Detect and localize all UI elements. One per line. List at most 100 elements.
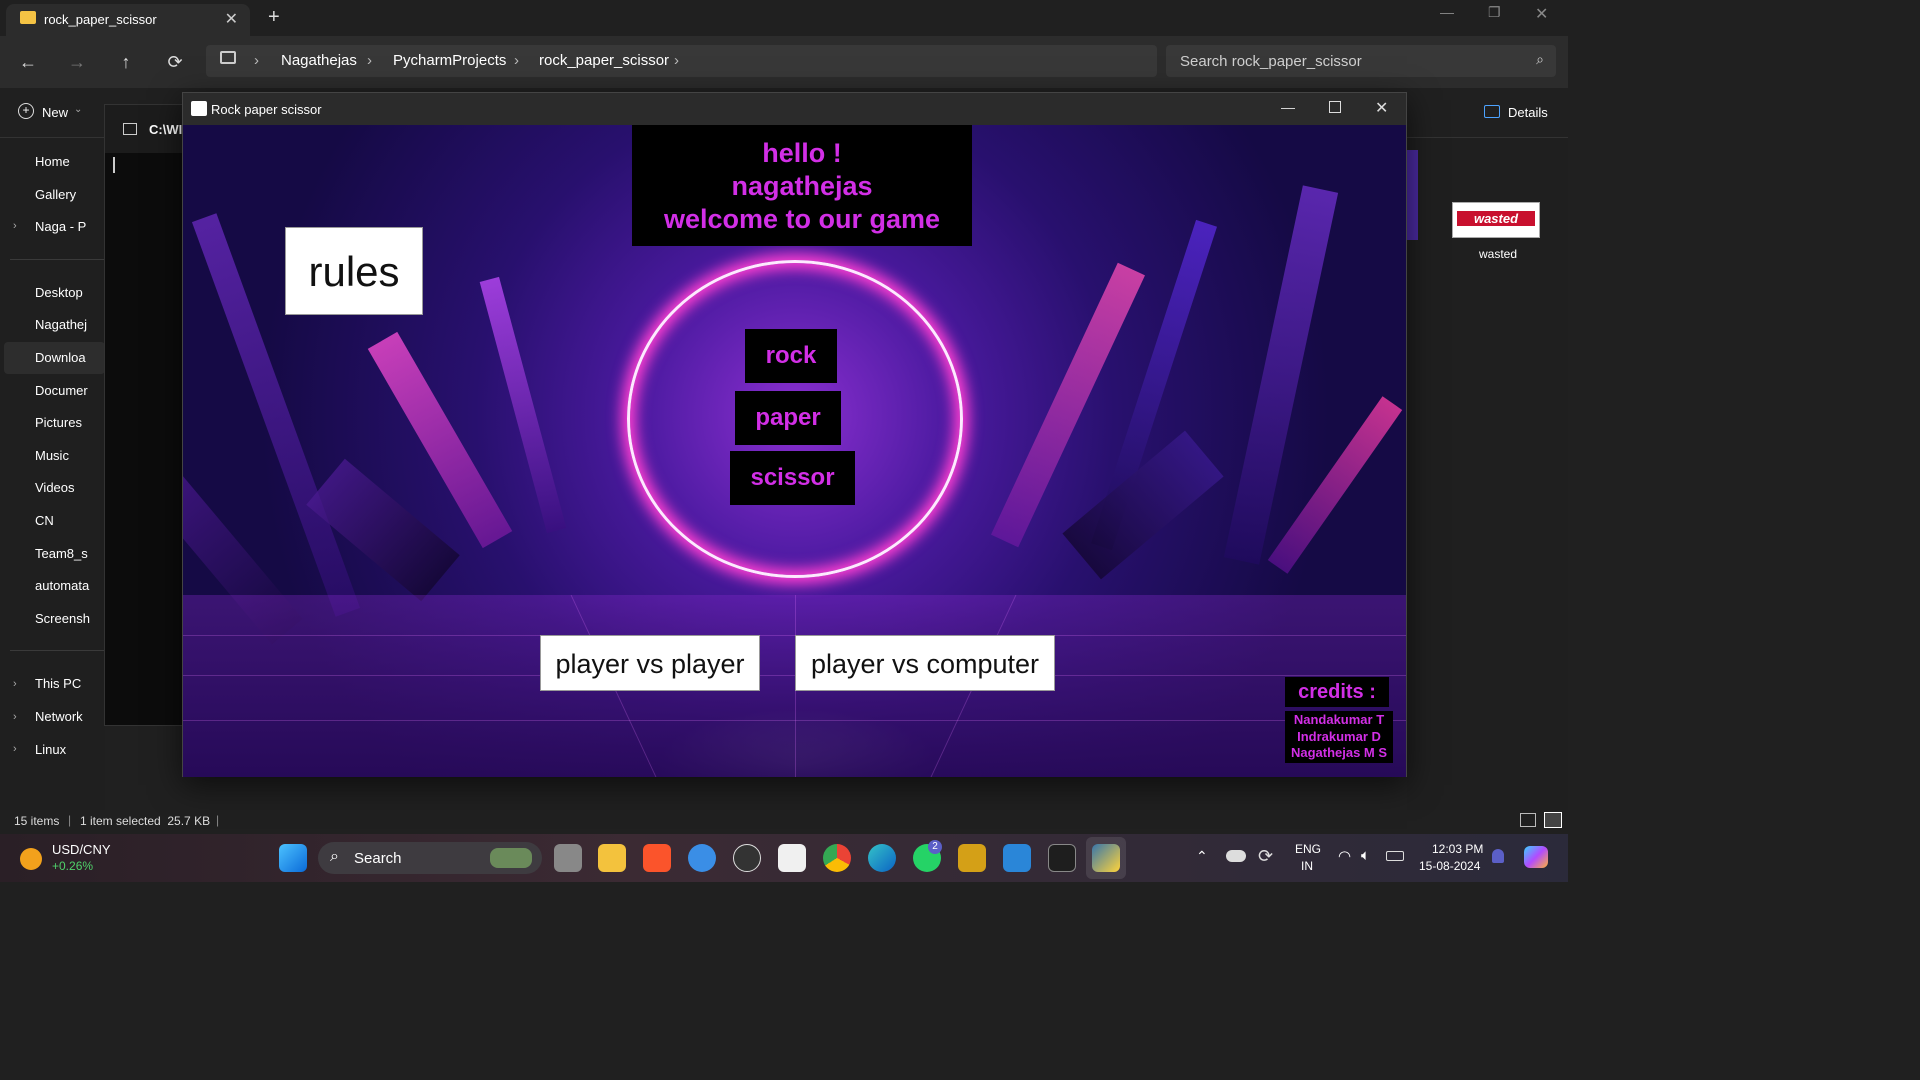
plus-icon: + — [18, 103, 34, 119]
new-tab-button[interactable]: + — [268, 6, 280, 29]
python-icon[interactable] — [1092, 844, 1120, 872]
wasted-file-label[interactable]: wasted — [1479, 247, 1517, 261]
clock-time[interactable]: 12:03 PM — [1432, 842, 1483, 856]
terminal-icon[interactable] — [1048, 844, 1076, 872]
sidebar-item-desktop[interactable]: Desktop — [35, 278, 105, 308]
cloud-icon[interactable] — [1226, 850, 1246, 862]
chrome-icon[interactable] — [823, 844, 851, 872]
expand-icon[interactable]: › — [13, 220, 17, 232]
status-bar: 15 items | 1 item selected 25.7 KB | — [0, 810, 1568, 834]
new-button[interactable]: New — [42, 105, 68, 120]
sidebar-item-user[interactable]: Nagathej — [35, 310, 105, 340]
breadcrumb-separator: › — [674, 52, 679, 69]
sidebar-item-team8[interactable]: Team8_s — [35, 539, 105, 569]
game-titlebar: Rock paper scissor — ✕ — [183, 93, 1406, 125]
minimize-icon[interactable]: — — [1440, 4, 1454, 20]
chevron-up-icon[interactable]: ⌃ — [1196, 848, 1208, 865]
minimize-icon[interactable]: — — [1281, 99, 1295, 115]
battery-icon[interactable] — [1386, 851, 1404, 861]
sidebar-item-onedrive[interactable]: Naga - P — [35, 212, 105, 242]
search-icon: ⌕ — [330, 848, 339, 865]
sidebar-item-videos[interactable]: Videos — [35, 473, 105, 503]
search-placeholder: Search rock_paper_scissor — [1180, 53, 1362, 70]
search-input[interactable]: Search rock_paper_scissor ⌕ — [1166, 45, 1556, 77]
back-icon[interactable]: ← — [14, 48, 42, 76]
sidebar-item-gallery[interactable]: Gallery — [35, 180, 105, 210]
credit-name: Nandakumar T — [1293, 712, 1385, 727]
file-explorer-icon[interactable] — [598, 844, 626, 872]
taskbar-search[interactable]: ⌕ Search — [318, 842, 542, 874]
crystal-shape — [479, 276, 567, 534]
app-icon[interactable] — [688, 844, 716, 872]
expand-icon[interactable]: › — [13, 743, 17, 755]
dell-icon[interactable] — [733, 844, 761, 872]
start-icon[interactable] — [279, 844, 307, 872]
bell-icon[interactable] — [1492, 849, 1504, 863]
volume-icon[interactable]: 🔈︎ — [1361, 847, 1370, 864]
expand-icon[interactable]: › — [13, 678, 17, 690]
game-canvas: hello ! nagathejas welcome to our game r… — [183, 125, 1406, 777]
command-prompt-window[interactable]: C:\WI — [104, 104, 194, 726]
breadcrumb-rock-paper-scissor[interactable]: rock_paper_scissor — [539, 52, 669, 69]
close-icon[interactable]: ✕ — [1375, 98, 1388, 118]
details-button[interactable]: Details — [1508, 105, 1548, 120]
sidebar-item-downloads[interactable]: Downloa — [35, 343, 105, 373]
player-vs-player-button[interactable]: player vs player — [540, 635, 760, 691]
close-window-icon[interactable]: ✕ — [1535, 4, 1548, 24]
up-icon[interactable]: ↑ — [112, 48, 140, 76]
notepad-icon[interactable] — [1003, 844, 1031, 872]
greeting-line-1: hello ! — [762, 138, 842, 168]
maximize-icon[interactable] — [1329, 101, 1341, 113]
greeting-line-2: nagathejas — [731, 171, 873, 201]
sidebar-item-linux[interactable]: Linux — [35, 735, 105, 765]
sidebar-item-cn[interactable]: CN — [35, 506, 105, 536]
notification-badge: 2 — [928, 840, 942, 854]
paper-button[interactable]: paper — [735, 391, 841, 445]
refresh-icon[interactable]: ⟳ — [161, 48, 189, 76]
cmd-title: C:\WI — [149, 122, 183, 137]
folder-icon — [20, 11, 36, 24]
forward-icon[interactable]: → — [63, 48, 91, 76]
credits-names: Nandakumar T Indrakumar D Nagathejas M S — [1285, 711, 1393, 763]
language[interactable]: ENG — [1295, 842, 1321, 856]
breadcrumb-pycharmprojects[interactable]: PycharmProjects — [393, 52, 506, 69]
greeting-line-3: welcome to our game — [663, 204, 941, 234]
tile-view-icon[interactable] — [1544, 812, 1562, 828]
credits-panel: credits : Nandakumar T Indrakumar D Naga… — [1285, 677, 1393, 763]
rules-button[interactable]: rules — [285, 227, 423, 315]
explorer-tab[interactable]: rock_paper_scissor ✕ — [6, 4, 250, 36]
store-icon[interactable] — [778, 844, 806, 872]
copilot-icon[interactable] — [1524, 846, 1548, 868]
sync-icon[interactable]: ⟳ — [1258, 846, 1273, 867]
sidebar-item-automata[interactable]: automata — [35, 571, 105, 601]
address-bar[interactable]: › Nagathejas › PycharmProjects › rock_pa… — [206, 45, 1157, 77]
task-view-icon[interactable] — [554, 844, 582, 872]
sidebar-item-pictures[interactable]: Pictures — [35, 408, 105, 438]
rock-button[interactable]: rock — [745, 329, 837, 383]
item-count: 15 items — [14, 814, 60, 828]
sidebar-item-network[interactable]: Network — [35, 702, 105, 732]
search-icon: ⌕ — [1536, 51, 1544, 67]
expand-icon[interactable]: › — [13, 711, 17, 723]
sidebar-item-documents[interactable]: Documer — [35, 376, 105, 406]
wasted-file-thumbnail[interactable]: wasted — [1452, 202, 1540, 238]
list-view-icon[interactable] — [1520, 813, 1536, 827]
sidebar-item-screenshots[interactable]: Screensh — [35, 604, 105, 634]
scissor-button[interactable]: scissor — [730, 451, 855, 505]
breadcrumb-nagathejas[interactable]: Nagathejas — [281, 52, 357, 69]
selection-info: 1 item selected 25.7 KB — [80, 814, 211, 828]
ticker-symbol[interactable]: USD/CNY — [52, 842, 111, 857]
player-vs-computer-button[interactable]: player vs computer — [795, 635, 1055, 691]
sidebar-item-home[interactable]: Home — [35, 147, 105, 177]
restore-icon[interactable]: ❐ — [1488, 4, 1501, 21]
edge-icon[interactable] — [868, 844, 896, 872]
close-tab-icon[interactable]: ✕ — [225, 9, 238, 29]
app-icon[interactable] — [958, 844, 986, 872]
game-window[interactable]: Rock paper scissor — ✕ hello ! nagatheja… — [182, 92, 1407, 777]
wifi-icon[interactable]: ◠ — [1338, 847, 1351, 865]
brave-icon[interactable] — [643, 844, 671, 872]
sidebar-item-music[interactable]: Music — [35, 441, 105, 471]
sidebar-item-this-pc[interactable]: This PC — [35, 669, 105, 699]
status-divider: | — [216, 813, 220, 827]
file-area — [1407, 138, 1568, 810]
